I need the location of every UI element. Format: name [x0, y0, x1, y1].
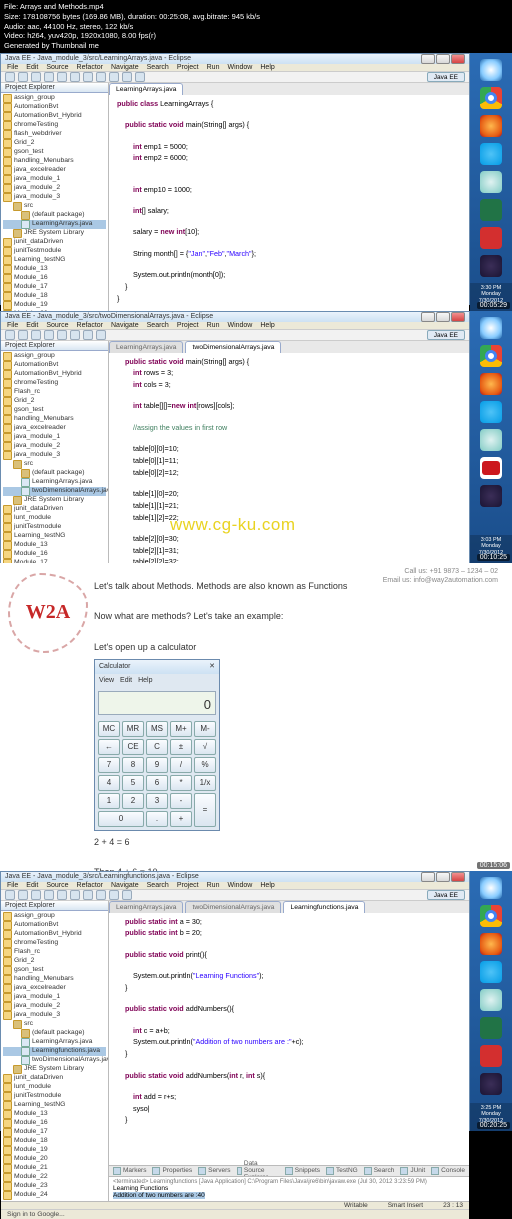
toolbar-icon[interactable]	[109, 72, 119, 82]
start-orb-icon[interactable]	[480, 877, 502, 899]
calc-menu-help[interactable]: Help	[138, 675, 152, 687]
toolbar-icon[interactable]	[18, 72, 28, 82]
main-toolbar: Java EE	[1, 71, 469, 83]
menu-navigate[interactable]: Navigate	[111, 64, 139, 71]
menu-edit[interactable]: Edit	[26, 64, 38, 71]
code-editor[interactable]: public static int a = 30; public static …	[109, 913, 469, 1165]
toolbar-icon[interactable]	[5, 72, 15, 82]
code-editor[interactable]: public class LearningArrays { public sta…	[109, 95, 469, 319]
perspective-javaee[interactable]: Java EE	[427, 72, 465, 82]
ie-icon[interactable]	[480, 961, 502, 983]
toolbar-icon[interactable]	[83, 72, 93, 82]
menu-file[interactable]: File	[7, 64, 18, 71]
calc-keypad: MCMRMSM+M- ←CEC±√ 789/% 456*1/x 123-= 0.…	[95, 718, 219, 830]
control-icon[interactable]	[480, 1045, 502, 1067]
toolbar-icon[interactable]	[96, 72, 106, 82]
window-titlebar: Java EE - Java_module_3/src/twoDimension…	[1, 312, 469, 322]
chrome-icon[interactable]	[480, 345, 502, 367]
editor-tab-active[interactable]: LearningArrays.java	[109, 83, 183, 95]
recycle-bin-icon[interactable]	[480, 171, 502, 193]
tab-console[interactable]: Console	[431, 1167, 465, 1175]
menu-refactor[interactable]: Refactor	[77, 64, 103, 71]
editor-tab-active[interactable]: Learningfunctions.java	[283, 901, 365, 913]
console-view: <terminated> Learningfunctions [Java App…	[109, 1176, 469, 1201]
contact-info: Call us: +91 9873 – 1234 – 02Email us: i…	[383, 567, 498, 585]
video-timestamp: 00:15:06	[477, 862, 510, 869]
w2a-logo: W2A	[14, 579, 82, 647]
close-button[interactable]	[451, 54, 465, 64]
calc-menu-view[interactable]: View	[99, 675, 114, 687]
start-orb-icon[interactable]	[480, 317, 502, 339]
menu-project[interactable]: Project	[177, 64, 199, 71]
thumbnail-1: Java EE - Java_module_3/src/LearningArra…	[0, 53, 512, 311]
toolbar-icon[interactable]	[57, 72, 67, 82]
video-metadata: File: Arrays and Methods.mp4 Size: 17810…	[0, 0, 512, 53]
firefox-icon[interactable]	[480, 115, 502, 137]
code-editor[interactable]: public static void main(String[] args) {…	[109, 353, 469, 582]
control-icon[interactable]	[480, 227, 502, 249]
video-timestamp: 00:05:29	[477, 302, 510, 309]
file-selected: LearningArrays.java	[3, 220, 106, 229]
ie-icon[interactable]	[480, 401, 502, 423]
recycle-bin-icon[interactable]	[480, 989, 502, 1011]
menu-source[interactable]: Source	[46, 64, 68, 71]
thumbnail-4: Java EE - Java_module_3/src/Learningfunc…	[0, 871, 512, 1131]
file-selected: Learningfunctions.java	[3, 1047, 106, 1056]
video-timestamp: 00:20:25	[477, 1122, 510, 1129]
desktop-icons: 3:03 PMMonday7/30/2012	[470, 311, 512, 563]
doc-text: Now what are methods? Let's take an exam…	[94, 609, 498, 624]
main-toolbar: Java EE	[1, 329, 469, 341]
thumbnail-3: Call us: +91 9873 – 1234 – 02Email us: i…	[0, 563, 512, 871]
calculator-window: Calculator✕ ViewEditHelp 0 MCMRMSM+M- ←C…	[94, 659, 220, 831]
excel-icon[interactable]	[480, 1017, 502, 1039]
editor-tabs: LearningArrays.java	[109, 83, 469, 95]
menubar: File Edit Source Refactor Navigate Search Proj…	[1, 64, 469, 71]
eclipse-icon[interactable]	[480, 1073, 502, 1095]
doc-text: 2 + 4 = 6	[94, 835, 498, 850]
thumbnail-2: Java EE - Java_module_3/src/twoDimension…	[0, 311, 512, 563]
calc-display: 0	[98, 691, 216, 715]
toolbar-icon[interactable]	[70, 72, 80, 82]
toolbar-icon[interactable]	[44, 72, 54, 82]
eclipse-icon[interactable]	[480, 255, 502, 277]
editor-tab-active[interactable]: twoDimensionalArrays.java	[185, 341, 281, 353]
recycle-bin-icon[interactable]	[480, 429, 502, 451]
menu-run[interactable]: Run	[207, 64, 220, 71]
youtube-icon[interactable]	[480, 457, 502, 479]
firefox-icon[interactable]	[480, 373, 502, 395]
video-timestamp: 00:10:25	[477, 554, 510, 561]
menubar: FileEditSourceRefactorNavigateSearchProj…	[1, 322, 469, 329]
chrome-icon[interactable]	[480, 87, 502, 109]
menu-search[interactable]: Search	[147, 64, 169, 71]
firefox-icon[interactable]	[480, 933, 502, 955]
chrome-icon[interactable]	[480, 905, 502, 927]
calc-title: Calculator	[99, 661, 131, 673]
window-titlebar: Java EE - Java_module_3/src/LearningArra…	[1, 54, 469, 64]
menu-window[interactable]: Window	[227, 64, 252, 71]
project-explorer-tab[interactable]: Project Explorer	[1, 83, 108, 93]
start-orb-icon[interactable]	[480, 59, 502, 81]
file-selected: twoDimensionalArrays.java	[3, 487, 106, 496]
toolbar-icon[interactable]	[31, 72, 41, 82]
desktop-icons: 3:25 PMMonday7/30/2012	[470, 871, 512, 1131]
doc-text: Let's open up a calculator	[94, 640, 498, 655]
minimize-button[interactable]	[421, 54, 435, 64]
toolbar-icon[interactable]	[122, 72, 132, 82]
desktop-icons: 3:30 PMMonday7/30/2012	[470, 53, 512, 311]
editor-tab[interactable]: LearningArrays.java	[109, 341, 183, 353]
calc-equals[interactable]: =	[194, 793, 216, 827]
menu-help[interactable]: Help	[260, 64, 274, 71]
eclipse-icon[interactable]	[480, 485, 502, 507]
calc-menu-edit[interactable]: Edit	[120, 675, 132, 687]
ie-icon[interactable]	[480, 143, 502, 165]
excel-icon[interactable]	[480, 199, 502, 221]
calc-key[interactable]: MC	[98, 721, 120, 737]
toolbar-icon[interactable]	[135, 72, 145, 82]
maximize-button[interactable]	[436, 54, 450, 64]
